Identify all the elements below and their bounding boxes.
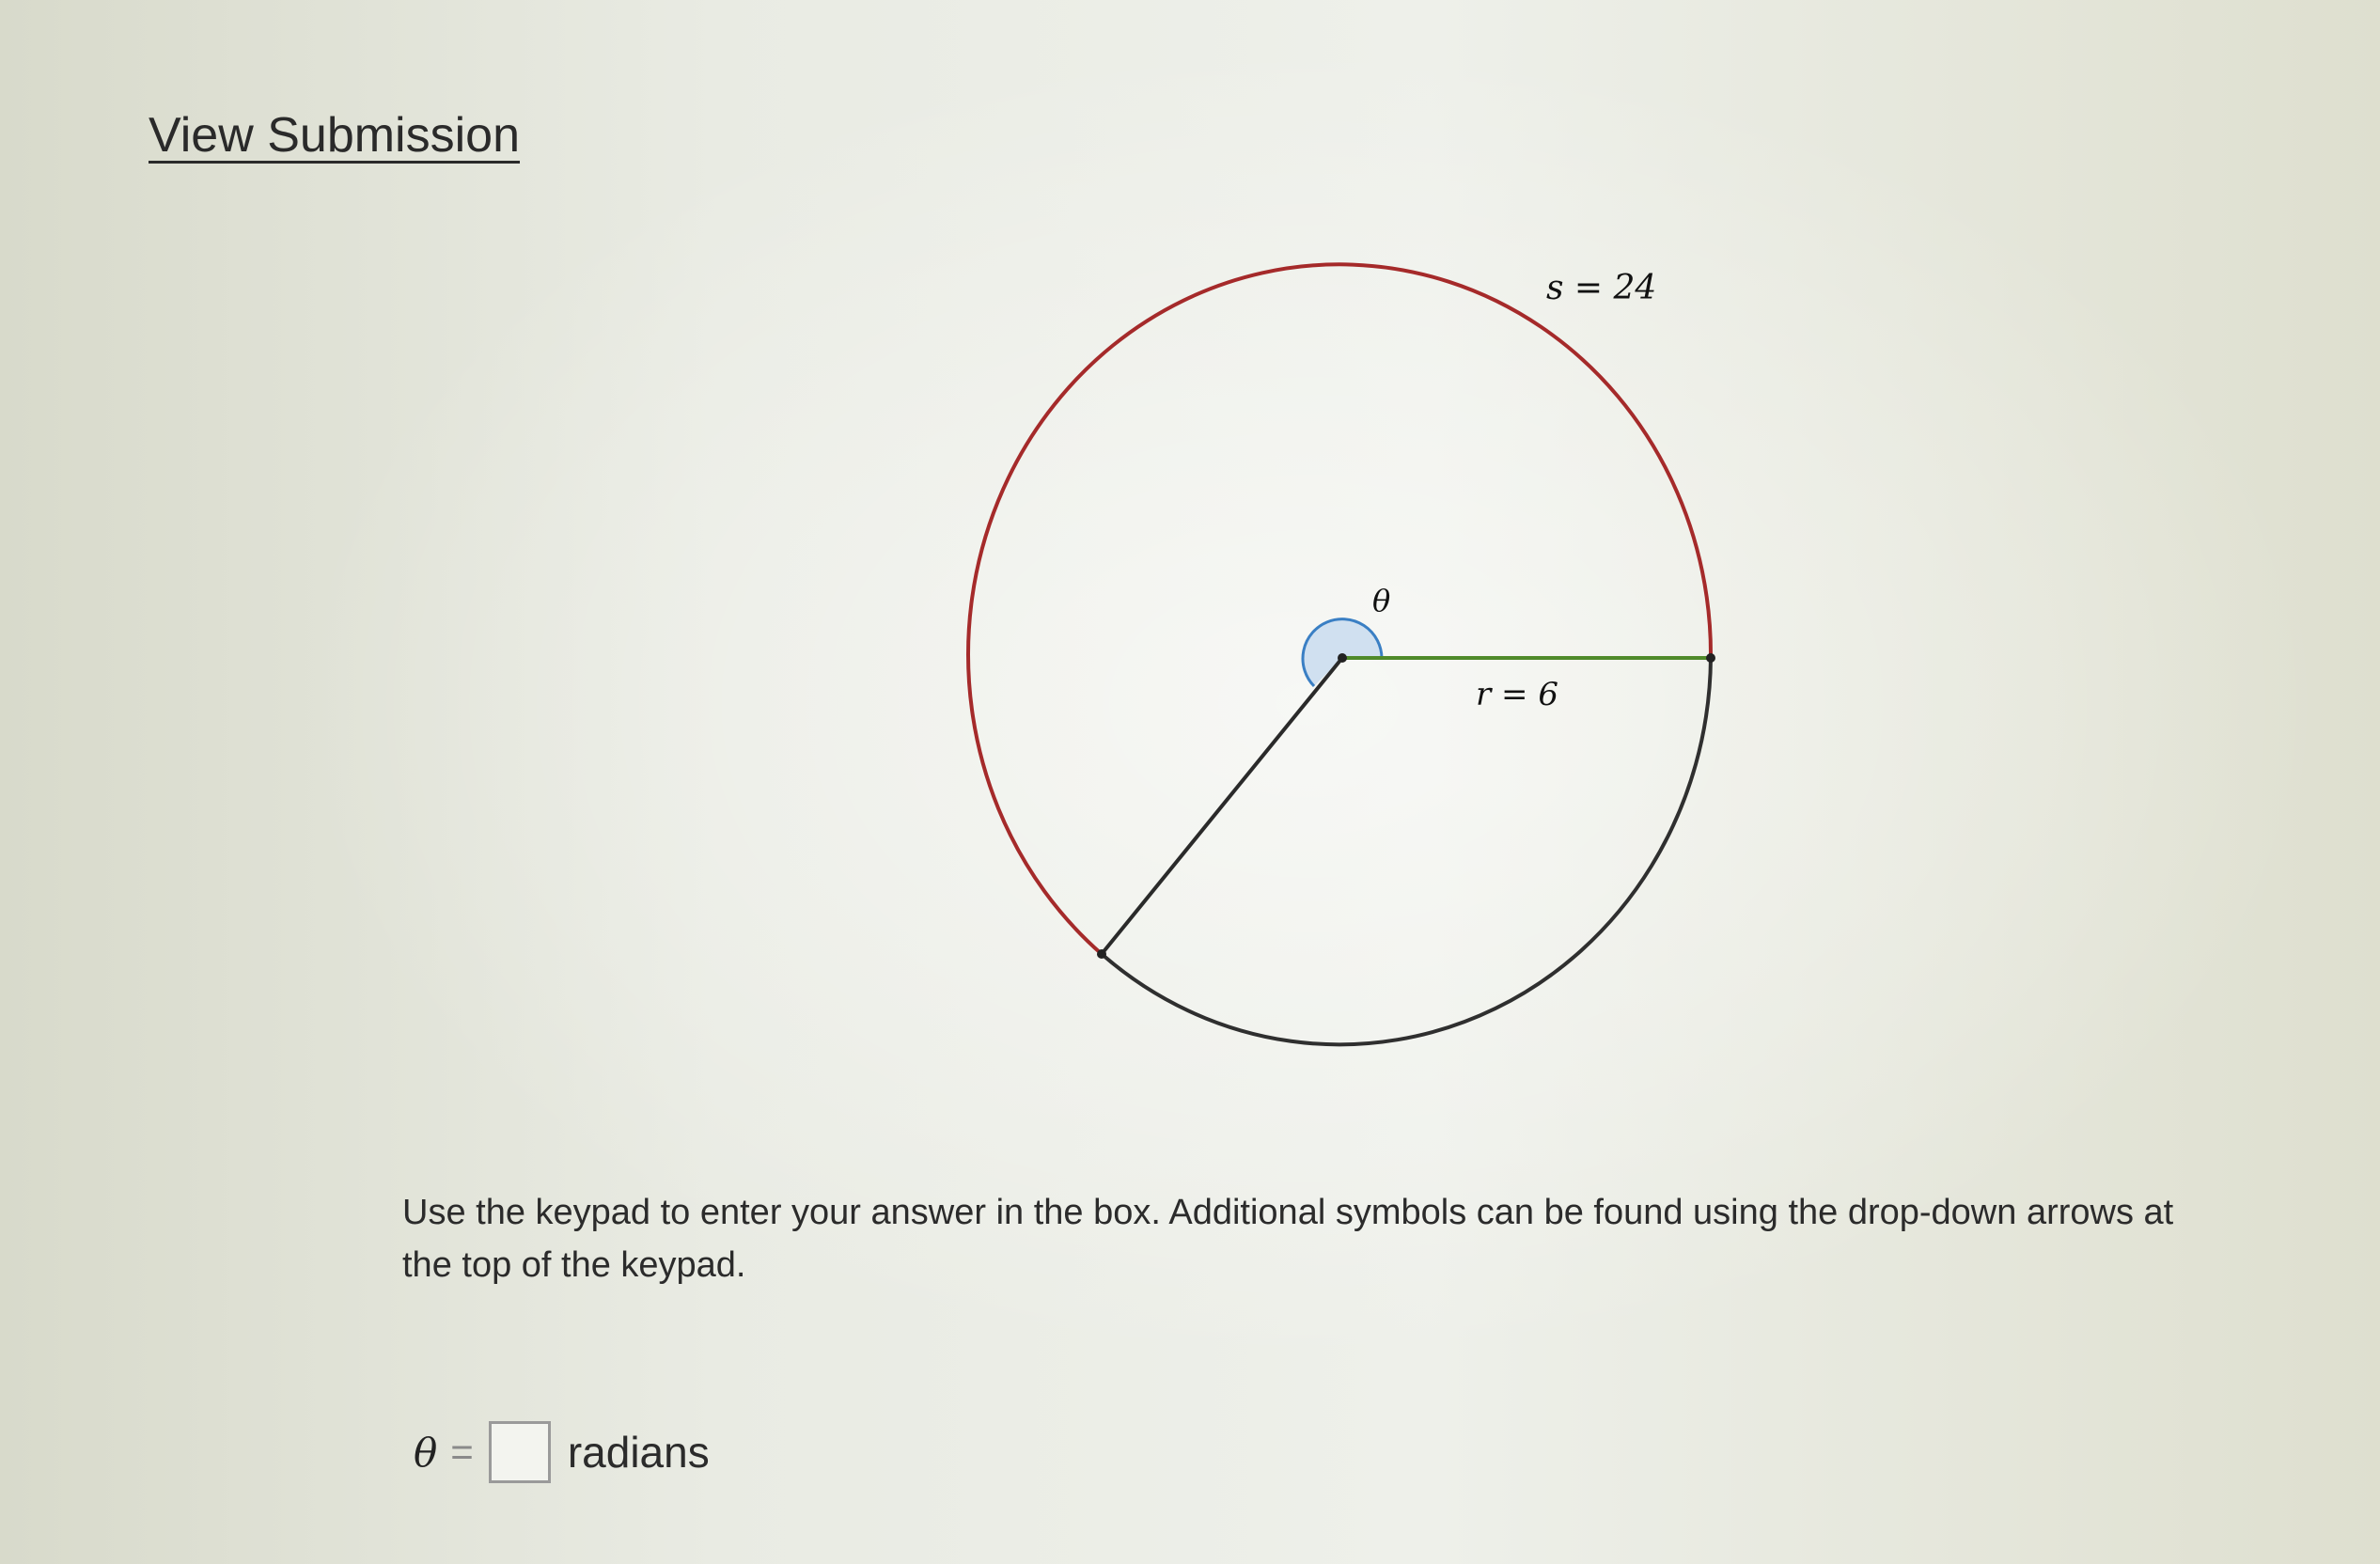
circle-diagram: s = 24 θ r = 6 — [966, 262, 1715, 1047]
answer-input-box[interactable] — [488, 1421, 551, 1483]
answer-row: θ = radians — [414, 1415, 710, 1490]
circle-arc-remaining — [1100, 657, 1713, 1047]
view-submission-link[interactable]: View Submission — [149, 107, 520, 164]
circle-arc-subtended — [966, 262, 1714, 956]
arc-endpoint-left — [1097, 949, 1106, 959]
arc-length-label: s = 24 — [1546, 269, 1656, 307]
equals-sign: = — [450, 1430, 474, 1474]
answer-units: radians — [567, 1428, 710, 1477]
center-point — [1338, 653, 1347, 663]
radius-line-diagonal — [1100, 656, 1344, 956]
answer-variable-label: θ — [414, 1429, 438, 1476]
arc-endpoint-right — [1706, 653, 1715, 663]
angle-label: θ — [1372, 583, 1390, 618]
radius-label: r = 6 — [1476, 676, 1558, 713]
instructions-text: Use the keypad to enter your answer in t… — [402, 1193, 2174, 1285]
